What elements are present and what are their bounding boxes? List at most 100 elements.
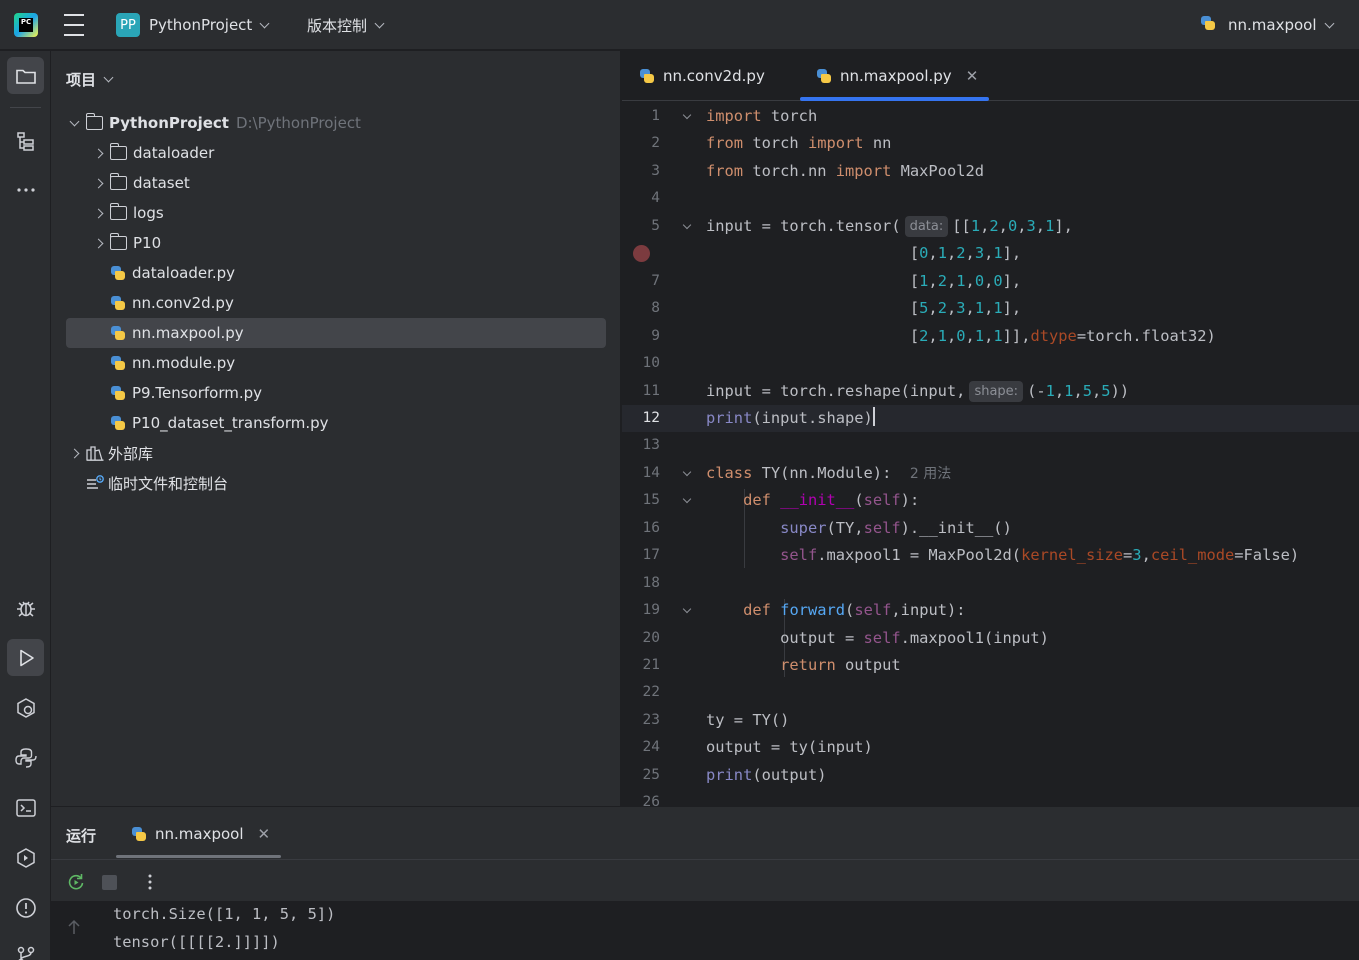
close-icon[interactable]: ✕ (966, 67, 979, 85)
code-line[interactable]: def __init__(self): (706, 487, 919, 514)
code-token: self (854, 601, 892, 620)
main-menu-icon[interactable] (62, 0, 86, 50)
tree-file[interactable]: nn.maxpool.py (66, 318, 606, 348)
pycharm-logo-icon[interactable]: PC (14, 13, 38, 37)
fold-chevron-icon[interactable] (680, 597, 694, 624)
tree-file[interactable]: P10_dataset_transform.py (66, 408, 606, 438)
code-editor[interactable]: 1 2 3 4 5 7 8 9 10 11 12 13 14 15 16 17 18 19 20 21 22 23 24 25… (622, 103, 1359, 806)
debug-tool-button[interactable] (7, 589, 44, 626)
code-line[interactable]: [0,1,2,3,1], (706, 240, 1021, 267)
active-tab-indicator (800, 97, 989, 101)
breakpoint-icon[interactable] (633, 245, 650, 263)
run-tool-button[interactable] (7, 639, 44, 676)
code-line[interactable]: [1,2,1,0,0], (706, 268, 1021, 295)
chevron-right-icon[interactable] (90, 148, 106, 158)
scratches-icon (87, 475, 104, 489)
code-line[interactable]: print(input.shape) (706, 405, 875, 432)
tree-file[interactable]: P9.Tensorform.py (66, 378, 606, 408)
run-tab-nn-maxpool[interactable]: nn.maxpool ✕ (131, 825, 270, 843)
chevron-right-icon[interactable] (66, 448, 82, 458)
rerun-icon[interactable] (66, 872, 86, 892)
fold-chevron-icon[interactable] (680, 487, 694, 514)
chevron-right-icon[interactable] (90, 178, 106, 188)
code-line[interactable]: from torch import nn (706, 130, 891, 157)
project-tool-button[interactable] (7, 57, 44, 94)
code-token: , (928, 326, 938, 345)
tab-nn-conv2d[interactable]: nn.conv2d.py (639, 51, 765, 101)
code-line[interactable]: ty = TY() (706, 707, 789, 734)
code-line[interactable]: return output (706, 652, 900, 679)
project-badge: PP (116, 13, 140, 37)
code-token: 1 (1045, 381, 1055, 400)
line-number: 20 (642, 629, 660, 646)
tree-root[interactable]: PythonProject D:\PythonProject (66, 108, 606, 138)
line-number: 7 (651, 272, 660, 289)
tree-folder[interactable]: logs (66, 198, 606, 228)
tree-folder[interactable]: dataloader (66, 138, 606, 168)
scratches-and-consoles[interactable]: 临时文件和控制台 (66, 468, 606, 498)
project-switcher[interactable]: PP PythonProject (116, 0, 270, 50)
code-token: from (706, 134, 744, 153)
console-output[interactable]: torch.Size([1, 1, 5, 5]) tensor([[[[2.]]… (51, 901, 1359, 960)
services-tool-button[interactable] (7, 689, 44, 726)
code-line[interactable]: self.maxpool1 = MaxPool2d(kernel_size=3,… (706, 542, 1299, 569)
deploy-tool-button[interactable] (7, 839, 44, 876)
code-line[interactable]: [2,1,0,1,1]],dtype=torch.float32) (706, 323, 1216, 350)
code-line[interactable]: super(TY,self).__init__() (706, 515, 1012, 542)
tab-nn-maxpool[interactable]: nn.maxpool.py ✕ (816, 51, 978, 101)
chevron-down-icon[interactable] (66, 116, 82, 126)
project-panel-header[interactable]: 项目 (66, 69, 114, 90)
code-line[interactable]: input = torch.tensor(data: [[1,2,0,3,1], (706, 213, 1073, 240)
more-options-icon[interactable] (140, 872, 160, 892)
structure-tool-button[interactable] (7, 122, 44, 159)
code-token: input = torch.tensor( (706, 216, 901, 235)
vcs-label: 版本控制 (307, 16, 368, 35)
git-tool-button[interactable] (7, 937, 44, 960)
fold-chevron-icon[interactable] (680, 460, 694, 487)
vcs-menu[interactable]: 版本控制 (307, 0, 385, 50)
python-packages-tool-button[interactable] (7, 739, 44, 776)
fold-chevron-icon[interactable] (680, 213, 694, 240)
run-config-selector[interactable]: nn.maxpool (1200, 0, 1334, 50)
code-line[interactable]: print(output) (706, 762, 826, 789)
tree-file[interactable]: nn.conv2d.py (66, 288, 606, 318)
tree-item-label: nn.maxpool.py (132, 324, 244, 342)
tree-file[interactable]: dataloader.py (66, 258, 606, 288)
tree-folder[interactable]: P10 (66, 228, 606, 258)
tree-folder[interactable]: dataset (66, 168, 606, 198)
tree-item-label: nn.module.py (132, 354, 236, 372)
fold-chevron-icon[interactable] (680, 103, 694, 130)
terminal-tool-button[interactable] (7, 789, 44, 826)
more-tools-button[interactable] (7, 171, 44, 208)
problems-tool-button[interactable] (7, 889, 44, 926)
code-line[interactable]: import torch (706, 103, 817, 130)
scroll-up-icon[interactable] (67, 919, 81, 935)
code-line[interactable]: output = self.maxpool1(input) (706, 625, 1049, 652)
code-line[interactable]: class TY(nn.Module): 2 用法 (706, 460, 951, 487)
code-token: 3 (974, 244, 985, 263)
code-line[interactable]: output = ty(input) (706, 734, 873, 761)
stop-icon[interactable] (102, 875, 117, 890)
code-line[interactable]: [5,2,3,1,1], (706, 295, 1021, 322)
tree-file[interactable]: nn.module.py (66, 348, 606, 378)
code-token: [[ (952, 216, 971, 235)
code-token: , (1017, 216, 1027, 235)
external-libraries[interactable]: 外部库 (66, 438, 606, 468)
code-line[interactable]: def forward(self,input): (706, 597, 966, 624)
python-file-icon (110, 295, 126, 311)
chevron-down-icon (374, 18, 385, 28)
chevron-right-icon[interactable] (90, 208, 106, 218)
parameter-hint: data: (904, 215, 949, 237)
code-line[interactable]: input = torch.reshape(input, shape: (-1,1,… (706, 378, 1129, 405)
code-token: ,input): (891, 601, 966, 620)
console-line: torch.Size([1, 1, 5, 5]) (113, 905, 336, 923)
line-number: 10 (642, 355, 660, 372)
console-line: tensor([[[[2.]]]]) (113, 933, 280, 951)
code-token: 2 (919, 326, 929, 345)
ide-window: PC PP PythonProject 版本控制 nn.maxpool 项目 P… (0, 0, 1359, 960)
code-token: )) (1110, 381, 1130, 400)
code-line[interactable]: from torch.nn import MaxPool2d (706, 158, 984, 185)
chevron-right-icon[interactable] (90, 238, 106, 248)
close-icon[interactable]: ✕ (258, 825, 271, 843)
code-token: 2 (956, 244, 966, 263)
